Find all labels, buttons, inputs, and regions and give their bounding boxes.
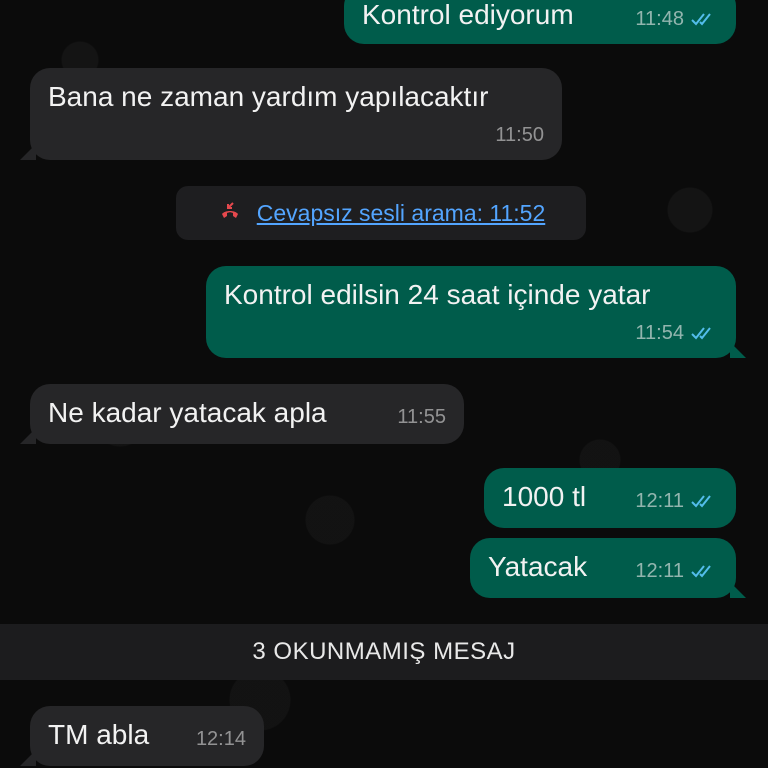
message-bubble-incoming[interactable]: Bana ne zaman yardım yapılacaktır 11:50 (20, 68, 562, 160)
message-bubble-incoming[interactable]: TM abla 12:14 (20, 706, 264, 766)
message-meta: 12:14 (196, 722, 246, 756)
message-bubble-incoming[interactable]: Ne kadar yatacak apla 11:55 (20, 384, 464, 444)
message-meta: 12:11 (635, 484, 718, 518)
message-text: Ne kadar yatacak apla (48, 397, 327, 428)
message-bubble-outgoing[interactable]: Kontrol ediyorum 11:48 (344, 0, 736, 44)
message-bubble-outgoing[interactable]: 1000 tl 12:11 (484, 468, 736, 528)
message-meta: 11:55 (397, 400, 446, 434)
bubble-tail (20, 750, 36, 766)
double-check-icon (691, 13, 711, 26)
message-time: 11:50 (495, 124, 544, 146)
message-time: 11:48 (635, 8, 684, 30)
double-check-icon (691, 565, 711, 578)
message-text: Bana ne zaman yardım yapılacaktır (48, 81, 489, 112)
message-bubble-outgoing[interactable]: Kontrol edilsin 24 saat içinde yatar 11:… (206, 266, 746, 358)
bubble-tail (730, 342, 746, 358)
missed-call-icon (221, 202, 238, 218)
bubble-tail (20, 144, 36, 160)
missed-call-notice[interactable]: Cevapsız sesli arama: 11:52 (176, 186, 586, 240)
unread-banner-label: 3 OKUNMAMIŞ MESAJ (252, 638, 516, 665)
message-meta: 12:11 (635, 554, 718, 588)
message-time: 12:14 (195, 728, 246, 750)
bubble-tail (730, 582, 746, 598)
message-time: 12:11 (635, 560, 684, 582)
missed-call-label[interactable]: Cevapsız sesli arama: 11:52 (257, 200, 546, 227)
message-bubble-outgoing[interactable]: Yatacak 12:11 (470, 538, 746, 598)
double-check-icon (691, 327, 711, 340)
message-time: 11:54 (635, 322, 684, 344)
bubble-tail (20, 428, 36, 444)
message-text: Kontrol edilsin 24 saat içinde yatar (224, 279, 651, 310)
double-check-icon (691, 495, 711, 508)
message-time: 11:55 (397, 406, 446, 428)
message-time: 12:11 (635, 490, 684, 512)
message-meta: 11:48 (635, 2, 718, 36)
unread-messages-banner: 3 OKUNMAMIŞ MESAJ (0, 624, 768, 680)
message-meta: 11:50 (495, 118, 544, 152)
message-meta: 11:54 (635, 316, 718, 350)
